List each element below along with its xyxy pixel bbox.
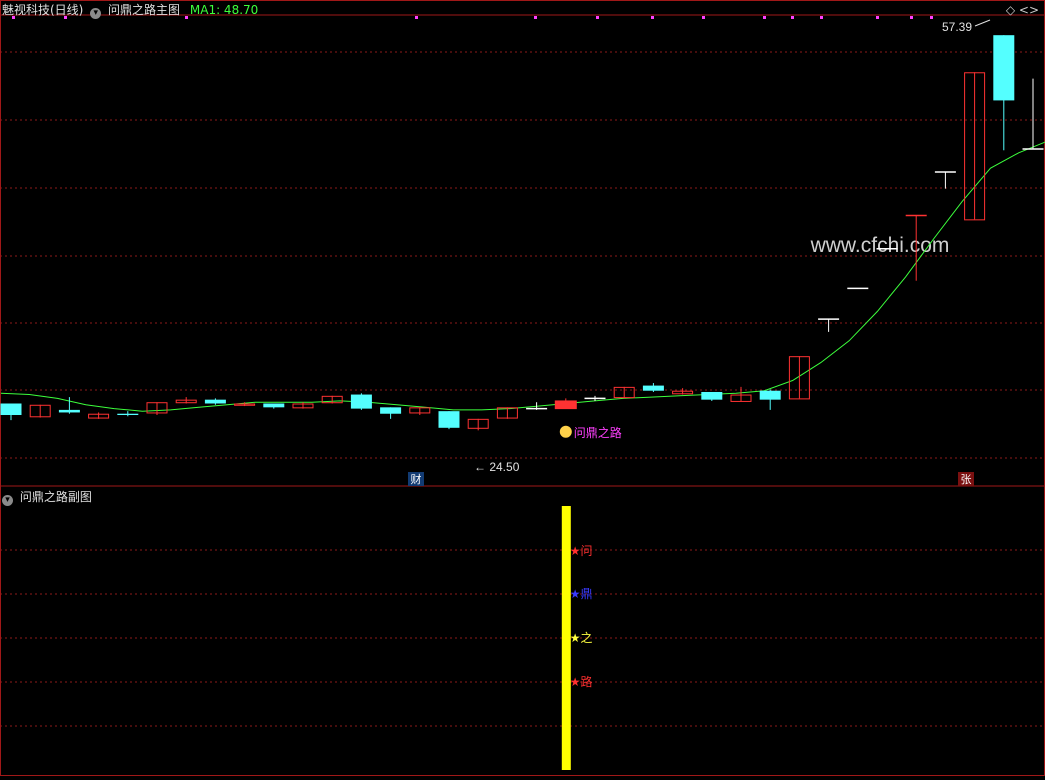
marker-dot [930,16,933,19]
marker-dot [910,16,913,19]
candle [759,389,781,410]
marker-dot [791,16,794,19]
sub-panel: ★问 ★鼎 ★之 ★路 [561,506,593,770]
candle [701,391,723,401]
candle [554,398,577,410]
candle [263,403,285,409]
candle [730,386,752,402]
candle-body [993,35,1015,101]
chart-svg: www.cfchi.com 57.39← 24.50问鼎之路财张 ★问★鼎★之★… [0,0,1045,776]
candles [0,35,1044,431]
candle [175,397,197,404]
panel-frames [0,0,1045,776]
candle [380,407,402,419]
candle-body [58,409,80,413]
candle [788,356,810,400]
high-price-label: 57.39 [942,20,972,34]
marker-dot [651,16,654,19]
high-price-pointer [974,19,991,27]
candle [438,411,460,430]
candle-body [117,413,139,416]
candle [117,411,139,417]
money-bag-icon [559,425,572,438]
candle-body [642,385,664,391]
ma1-readout: MA1: 48.70 [189,3,259,17]
candle [642,383,664,392]
marker-dot [820,16,823,19]
candle [204,398,226,405]
chevron-down-icon[interactable]: ▾ [2,495,13,506]
ma1-line [0,141,1045,412]
candle [88,412,110,419]
candle-body [0,403,22,416]
star-label: ★鼎 [570,587,593,601]
marker-dot [534,16,537,19]
marker-dot [876,16,879,19]
candle [934,171,956,189]
main-header: 魅视科技(日线) ▾ 问鼎之路主图 MA1: 48.70 [2,1,258,19]
candle-body [554,400,577,410]
candle [350,393,372,410]
candle-body [263,403,285,408]
candle [818,318,840,332]
stock-name: 魅视科技(日线) [2,3,84,17]
candle-body [438,411,460,428]
star-label: ★之 [570,631,593,645]
grid-lines [0,16,1045,727]
sub-indicator-title[interactable]: 问鼎之路副图 [20,490,92,504]
candle [1022,78,1044,150]
candle [409,407,431,416]
sub-header: ▾ 问鼎之路副图 [2,488,92,506]
candle [993,35,1015,151]
chevron-down-icon[interactable]: ▾ [90,8,102,19]
candle-body [380,407,402,414]
candle [613,386,635,399]
candle-body [759,390,781,400]
star-label: ★路 [570,674,593,689]
candle [146,402,168,416]
marker-dot [702,16,705,19]
cai-badge-text: 财 [411,472,422,486]
marker-dot [763,16,766,19]
candle [29,404,51,418]
candle-body [701,391,723,400]
main-indicator-title[interactable]: 问鼎之路主图 [108,3,180,17]
low-price-label: ← 24.50 [474,460,520,474]
candle-body [350,394,372,409]
candle [672,388,694,395]
candle [321,395,343,404]
candle [964,72,986,221]
marker-dot [596,16,599,19]
marker-dot [415,16,418,19]
candle [0,403,22,421]
outer-frame [0,0,1045,776]
star-label: ★问 [570,544,593,558]
nav-arrows[interactable]: ◇ <> [1006,3,1039,17]
zhang-badge-text: 张 [961,473,972,486]
candle [467,418,489,431]
chart-window: www.cfchi.com 57.39 ← 24.50 问鼎之路财张 ★问 ★鼎 ★之 ★… [0,0,1045,776]
signal-label: 问鼎之路 [574,425,622,440]
candle-body [204,399,226,404]
candle [292,402,314,409]
